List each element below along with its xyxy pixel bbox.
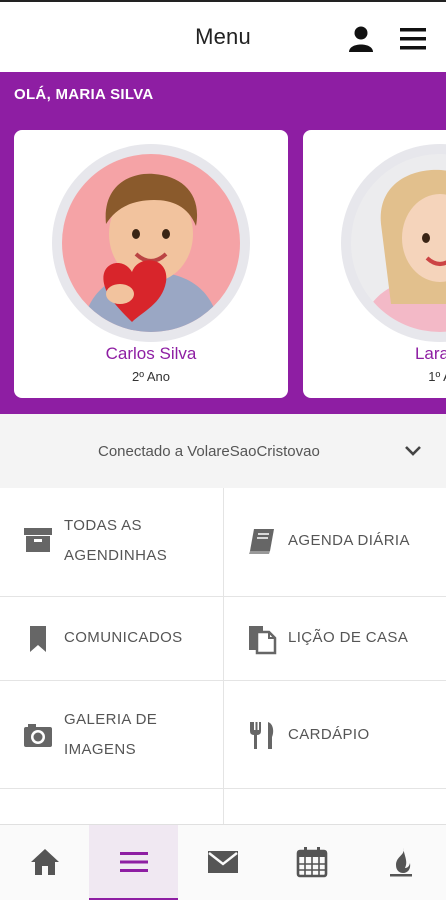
menu-tile-agenda-diaria[interactable]: AGENDA DIÁRIA [223,488,446,596]
student-photo-avatar [351,154,446,332]
tile-label: COMUNICADOS [64,629,183,646]
menu-tile-todas-agendinhas[interactable]: TODAS AS AGENDINHAS [0,488,223,596]
nav-home[interactable] [0,825,89,900]
connection-label: Conectado a VolareSaoCristovao [98,443,320,460]
student-card-lara[interactable]: Lara S 1º A [303,130,446,398]
menu-tile-partial[interactable] [223,788,446,824]
calendar-icon [296,847,328,878]
tile-label: LIÇÃO DE CASA [288,629,409,646]
documents-icon [249,626,277,655]
bookmark-icon [30,626,46,652]
avatar-ring [52,144,250,342]
tile-label-line1: TODAS AS [64,517,142,534]
school-connection-selector[interactable]: Conectado a VolareSaoCristovao [0,414,446,488]
camera-icon [24,724,52,747]
nav-messages[interactable] [178,825,267,900]
student-card-carlos[interactable]: Carlos Silva 2º Ano [14,130,288,398]
book-icon [249,529,274,554]
list-icon [120,852,148,872]
greeting-text: OLÁ, MARIA SILVA [14,86,154,103]
avatar-ring [341,144,446,342]
fork-knife-icon [250,722,274,749]
nav-menu[interactable] [89,825,178,900]
menu-tile-licao-de-casa[interactable]: LIÇÃO DE CASA [223,596,446,680]
hamburger-icon[interactable] [398,24,428,54]
student-photo-avatar [62,154,240,332]
top-app-bar: Menu [0,0,446,72]
tile-label: AGENDA DIÁRIA [288,532,410,549]
mail-icon [208,851,238,873]
bottom-navigation [0,824,446,900]
menu-tile-cardapio[interactable]: CARDÁPIO [223,680,446,788]
home-icon [31,849,59,875]
student-name: Lara S [414,344,446,363]
menu-tile-galeria-de-imagens[interactable]: GALERIA DE IMAGENS [0,680,223,788]
page-title: Menu [195,24,251,49]
nav-activities[interactable] [356,825,445,900]
user-icon[interactable] [346,24,376,54]
student-name: Carlos Silva [105,344,197,363]
chevron-down-icon [405,446,421,456]
student-grade: 2º Ano [131,369,170,384]
menu-tile-comunicados[interactable]: COMUNICADOS [0,596,223,680]
menu-tile-partial[interactable] [0,788,223,824]
tile-label-line1: GALERIA DE [64,711,158,728]
tile-label-line2: AGENDINHAS [64,547,168,564]
archive-box-icon [24,528,52,552]
nav-calendar[interactable] [267,825,356,900]
flame-icon [390,848,412,877]
tile-label: CARDÁPIO [288,726,370,743]
tile-label-line2: IMAGENS [64,741,136,758]
student-grade: 1º A [428,369,446,384]
